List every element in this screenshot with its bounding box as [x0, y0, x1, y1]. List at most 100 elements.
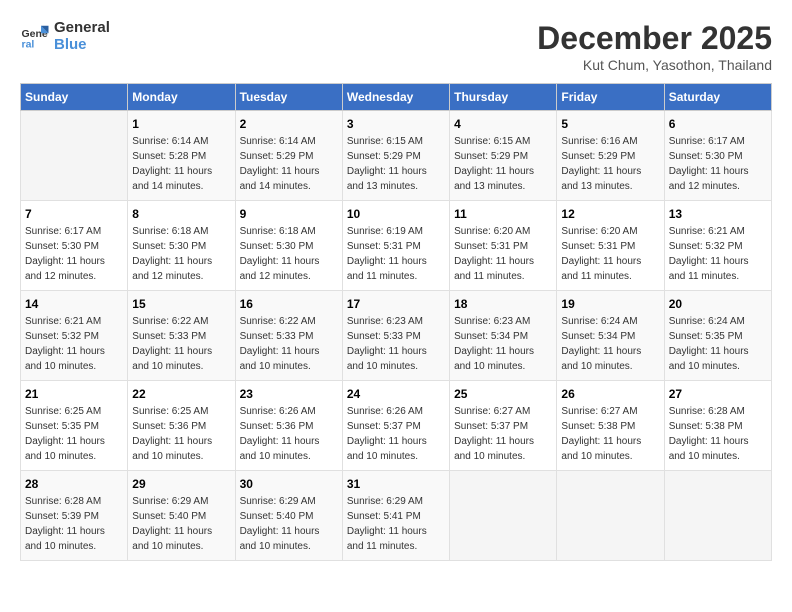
day-info: Sunrise: 6:20 AM Sunset: 5:31 PM Dayligh… [561, 224, 659, 284]
day-number: 18 [454, 297, 552, 311]
day-number: 5 [561, 117, 659, 131]
calendar-cell: 24 Sunrise: 6:26 AM Sunset: 5:37 PM Dayli… [342, 381, 449, 471]
day-info: Sunrise: 6:23 AM Sunset: 5:33 PM Dayligh… [347, 314, 445, 374]
week-row-4: 21 Sunrise: 6:25 AM Sunset: 5:35 PM Dayli… [21, 381, 772, 471]
day-info: Sunrise: 6:24 AM Sunset: 5:35 PM Dayligh… [669, 314, 767, 374]
day-info: Sunrise: 6:28 AM Sunset: 5:38 PM Dayligh… [669, 404, 767, 464]
logo: Gene ral General Blue [20, 20, 110, 53]
day-info: Sunrise: 6:22 AM Sunset: 5:33 PM Dayligh… [240, 314, 338, 374]
svg-text:ral: ral [22, 38, 35, 50]
calendar-cell: 26 Sunrise: 6:27 AM Sunset: 5:38 PM Dayli… [557, 381, 664, 471]
day-number: 11 [454, 207, 552, 221]
day-info: Sunrise: 6:22 AM Sunset: 5:33 PM Dayligh… [132, 314, 230, 374]
day-number: 28 [25, 477, 123, 491]
calendar-cell: 19Sunrise: 6:24 AM Sunset: 5:34 PM Dayli… [557, 291, 664, 381]
day-info: Sunrise: 6:16 AM Sunset: 5:29 PM Dayligh… [561, 134, 659, 194]
calendar-cell: 22Sunrise: 6:25 AM Sunset: 5:36 PM Dayli… [128, 381, 235, 471]
calendar-cell: 4Sunrise: 6:15 AM Sunset: 5:29 PM Daylig… [450, 111, 557, 201]
day-info: Sunrise: 6:29 AM Sunset: 5:41 PM Dayligh… [347, 494, 445, 554]
column-header-tuesday: Tuesday [235, 84, 342, 111]
calendar-cell [664, 471, 771, 561]
column-header-saturday: Saturday [664, 84, 771, 111]
day-info: Sunrise: 6:27 AM Sunset: 5:38 PM Dayligh… [561, 404, 659, 464]
calendar-cell: 15 Sunrise: 6:22 AM Sunset: 5:33 PM Dayli… [128, 291, 235, 381]
day-number: 20 [669, 297, 767, 311]
calendar-cell [450, 471, 557, 561]
logo-text-line1: General [54, 20, 110, 37]
column-header-wednesday: Wednesday [342, 84, 449, 111]
day-number: 26 [561, 387, 659, 401]
calendar-cell: 29 Sunrise: 6:29 AM Sunset: 5:40 PM Dayli… [128, 471, 235, 561]
calendar-cell [21, 111, 128, 201]
day-info: Sunrise: 6:28 AM Sunset: 5:39 PM Dayligh… [25, 494, 123, 554]
calendar-cell: 20 Sunrise: 6:24 AM Sunset: 5:35 PM Dayli… [664, 291, 771, 381]
day-number: 24 [347, 387, 445, 401]
calendar-cell: 28 Sunrise: 6:28 AM Sunset: 5:39 PM Dayli… [21, 471, 128, 561]
calendar-cell: 5 Sunrise: 6:16 AM Sunset: 5:29 PM Daylig… [557, 111, 664, 201]
calendar-cell: 17 Sunrise: 6:23 AM Sunset: 5:33 PM Dayli… [342, 291, 449, 381]
calendar-cell: 31 Sunrise: 6:29 AM Sunset: 5:41 PM Dayli… [342, 471, 449, 561]
day-info: Sunrise: 6:17 AM Sunset: 5:30 PM Dayligh… [669, 134, 767, 194]
day-number: 25 [454, 387, 552, 401]
day-number: 14 [25, 297, 123, 311]
day-number: 23 [240, 387, 338, 401]
day-number: 29 [132, 477, 230, 491]
day-info: Sunrise: 6:17 AM Sunset: 5:30 PM Dayligh… [25, 224, 123, 284]
column-header-monday: Monday [128, 84, 235, 111]
day-number: 17 [347, 297, 445, 311]
day-info: Sunrise: 6:27 AM Sunset: 5:37 PM Dayligh… [454, 404, 552, 464]
day-number: 21 [25, 387, 123, 401]
day-number: 3 [347, 117, 445, 131]
calendar-header-row: SundayMondayTuesdayWednesdayThursdayFrid… [21, 84, 772, 111]
calendar-table: SundayMondayTuesdayWednesdayThursdayFrid… [20, 83, 772, 561]
day-info: Sunrise: 6:24 AM Sunset: 5:34 PM Dayligh… [561, 314, 659, 374]
day-number: 7 [25, 207, 123, 221]
day-number: 12 [561, 207, 659, 221]
calendar-cell: 16 Sunrise: 6:22 AM Sunset: 5:33 PM Dayli… [235, 291, 342, 381]
day-number: 6 [669, 117, 767, 131]
day-info: Sunrise: 6:29 AM Sunset: 5:40 PM Dayligh… [132, 494, 230, 554]
day-number: 13 [669, 207, 767, 221]
day-info: Sunrise: 6:29 AM Sunset: 5:40 PM Dayligh… [240, 494, 338, 554]
day-number: 16 [240, 297, 338, 311]
day-number: 9 [240, 207, 338, 221]
day-number: 15 [132, 297, 230, 311]
column-header-sunday: Sunday [21, 84, 128, 111]
calendar-subtitle: Kut Chum, Yasothon, Thailand [537, 57, 772, 73]
calendar-cell: 3 Sunrise: 6:15 AM Sunset: 5:29 PM Daylig… [342, 111, 449, 201]
day-info: Sunrise: 6:14 AM Sunset: 5:29 PM Dayligh… [240, 134, 338, 194]
page-header: Gene ral General Blue December 2025 Kut … [20, 20, 772, 73]
calendar-cell: 1Sunrise: 6:14 AM Sunset: 5:28 PM Daylig… [128, 111, 235, 201]
day-number: 30 [240, 477, 338, 491]
day-number: 27 [669, 387, 767, 401]
day-info: Sunrise: 6:18 AM Sunset: 5:30 PM Dayligh… [132, 224, 230, 284]
day-info: Sunrise: 6:20 AM Sunset: 5:31 PM Dayligh… [454, 224, 552, 284]
calendar-cell: 6 Sunrise: 6:17 AM Sunset: 5:30 PM Daylig… [664, 111, 771, 201]
day-info: Sunrise: 6:25 AM Sunset: 5:35 PM Dayligh… [25, 404, 123, 464]
calendar-cell: 18Sunrise: 6:23 AM Sunset: 5:34 PM Dayli… [450, 291, 557, 381]
calendar-cell: 9 Sunrise: 6:18 AM Sunset: 5:30 PM Daylig… [235, 201, 342, 291]
calendar-cell: 2 Sunrise: 6:14 AM Sunset: 5:29 PM Daylig… [235, 111, 342, 201]
calendar-cell: 21 Sunrise: 6:25 AM Sunset: 5:35 PM Dayli… [21, 381, 128, 471]
day-info: Sunrise: 6:26 AM Sunset: 5:37 PM Dayligh… [347, 404, 445, 464]
day-number: 10 [347, 207, 445, 221]
day-info: Sunrise: 6:18 AM Sunset: 5:30 PM Dayligh… [240, 224, 338, 284]
day-info: Sunrise: 6:15 AM Sunset: 5:29 PM Dayligh… [347, 134, 445, 194]
day-info: Sunrise: 6:25 AM Sunset: 5:36 PM Dayligh… [132, 404, 230, 464]
calendar-cell: 27 Sunrise: 6:28 AM Sunset: 5:38 PM Dayli… [664, 381, 771, 471]
day-number: 2 [240, 117, 338, 131]
calendar-cell: 23Sunrise: 6:26 AM Sunset: 5:36 PM Dayli… [235, 381, 342, 471]
calendar-cell: 10 Sunrise: 6:19 AM Sunset: 5:31 PM Dayli… [342, 201, 449, 291]
day-number: 31 [347, 477, 445, 491]
calendar-cell: 30 Sunrise: 6:29 AM Sunset: 5:40 PM Dayli… [235, 471, 342, 561]
calendar-cell: 8Sunrise: 6:18 AM Sunset: 5:30 PM Daylig… [128, 201, 235, 291]
day-info: Sunrise: 6:19 AM Sunset: 5:31 PM Dayligh… [347, 224, 445, 284]
calendar-cell: 7 Sunrise: 6:17 AM Sunset: 5:30 PM Daylig… [21, 201, 128, 291]
logo-text-line2: Blue [54, 37, 110, 54]
title-block: December 2025 Kut Chum, Yasothon, Thaila… [537, 20, 772, 73]
day-info: Sunrise: 6:21 AM Sunset: 5:32 PM Dayligh… [25, 314, 123, 374]
day-number: 1 [132, 117, 230, 131]
calendar-title: December 2025 [537, 20, 772, 57]
week-row-2: 7 Sunrise: 6:17 AM Sunset: 5:30 PM Daylig… [21, 201, 772, 291]
calendar-cell: 14 Sunrise: 6:21 AM Sunset: 5:32 PM Dayli… [21, 291, 128, 381]
